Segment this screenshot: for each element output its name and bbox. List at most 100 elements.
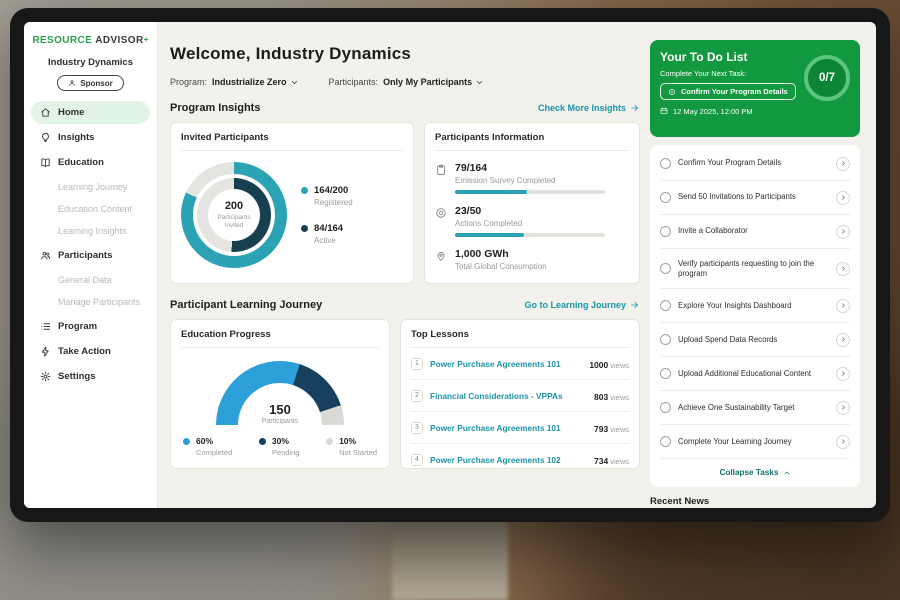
participants-filter-value: Only My Participants <box>383 77 472 87</box>
task-open-button[interactable] <box>836 299 850 313</box>
task-row[interactable]: Complete Your Learning Journey <box>660 425 850 459</box>
link-label: Check More Insights <box>538 103 626 113</box>
lesson-link[interactable]: Power Purchase Agreements 101 <box>430 359 582 369</box>
task-open-button[interactable] <box>836 157 850 171</box>
task-row[interactable]: Upload Additional Educational Content <box>660 357 850 391</box>
lightbulb-icon <box>40 132 51 143</box>
chevron-right-icon <box>840 370 847 377</box>
link-label: Go to Learning Journey <box>524 300 626 310</box>
check-more-insights-link[interactable]: Check More Insights <box>538 103 640 113</box>
photo-background: RESOURCEADVISOR+ Industry Dynamics Spons… <box>0 0 900 600</box>
sidebar-item-learning-insights[interactable]: Learning Insights <box>31 220 150 242</box>
legend-label: Completed <box>196 448 232 457</box>
legend-pending: 30% Pending <box>259 436 300 457</box>
task-open-button[interactable] <box>836 367 850 381</box>
task-checkbox[interactable] <box>660 368 671 379</box>
sidebar-item-education[interactable]: Education <box>31 151 150 174</box>
participants-filter-label: Participants: <box>329 77 379 87</box>
sidebar-item-education-content[interactable]: Education Content <box>31 198 150 220</box>
task-open-button[interactable] <box>836 401 850 415</box>
donut-legend: 164/200 Registered 84/164 Active <box>301 185 353 245</box>
brand-plus: + <box>144 35 149 44</box>
task-checkbox[interactable] <box>660 192 671 203</box>
section-title: Participant Learning Journey <box>170 299 322 311</box>
lesson-link[interactable]: Financial Considerations - VPPAs <box>430 391 587 401</box>
participants-filter[interactable]: Participants: Only My Participants <box>329 77 485 87</box>
lesson-views: 803 <box>594 392 608 402</box>
stat-label: Emission Survey Completed <box>455 176 605 185</box>
lesson-views-unit: views <box>610 425 629 434</box>
lesson-rank: 1 <box>411 358 423 370</box>
task-row[interactable]: Confirm Your Program Details <box>660 147 850 181</box>
go-to-learning-journey-link[interactable]: Go to Learning Journey <box>524 300 640 310</box>
app-screen: RESOURCEADVISOR+ Industry Dynamics Spons… <box>24 22 876 508</box>
task-row[interactable]: Invite a Collaborator <box>660 215 850 249</box>
collapse-tasks-link[interactable]: Collapse Tasks <box>660 459 850 485</box>
sidebar-item-take-action[interactable]: Take Action <box>31 340 150 363</box>
sidebar-item-insights[interactable]: Insights <box>31 126 150 149</box>
gauge-legend: 60% Completed 30% Pending <box>181 429 379 457</box>
sidebar-item-manage-participants[interactable]: Manage Participants <box>31 291 150 313</box>
sidebar-item-home[interactable]: Home <box>31 101 150 124</box>
brand-advisor: ADVISOR <box>95 35 143 46</box>
lesson-link[interactable]: Power Purchase Agreements 101 <box>430 423 587 433</box>
sidebar-item-settings[interactable]: Settings <box>31 365 150 388</box>
lesson-link[interactable]: Power Purchase Agreements 102 <box>430 455 587 465</box>
legend-completed: 60% Completed <box>183 436 232 457</box>
task-label: Achieve One Sustainability Target <box>678 403 829 413</box>
task-checkbox[interactable] <box>660 158 671 169</box>
invited-donut-chart: 200 Participants Invited <box>181 162 287 268</box>
learning-journey-header: Participant Learning Journey Go to Learn… <box>170 299 640 311</box>
task-checkbox[interactable] <box>660 300 671 311</box>
stat-actions-completed: 23/50 Actions Completed <box>435 205 629 237</box>
sidebar-item-program[interactable]: Program <box>31 315 150 338</box>
task-open-button[interactable] <box>836 262 850 276</box>
stat-global-consumption: 1,000 GWh Total Global Consumption <box>435 248 629 276</box>
task-row[interactable]: Upload Spend Data Records <box>660 323 850 357</box>
book-icon <box>40 157 51 168</box>
chevron-right-icon <box>840 160 847 167</box>
task-open-button[interactable] <box>836 191 850 205</box>
task-checkbox[interactable] <box>660 226 671 237</box>
sidebar-item-general-data[interactable]: General Data <box>31 269 150 291</box>
task-open-button[interactable] <box>836 435 850 449</box>
chevron-right-icon <box>840 228 847 235</box>
task-checkbox[interactable] <box>660 263 671 274</box>
sidebar-item-learning-journey[interactable]: Learning Journey <box>31 176 150 198</box>
sidebar-item-participants[interactable]: Participants <box>31 244 150 267</box>
next-task-chip[interactable]: Confirm Your Program Details <box>660 83 796 100</box>
chevron-right-icon <box>840 336 847 343</box>
lesson-views: 793 <box>594 424 608 434</box>
program-filter[interactable]: Program: Industrialize Zero <box>170 77 299 87</box>
legend-label: Not Started <box>339 448 377 457</box>
clipboard-icon <box>435 164 447 176</box>
progress-bar <box>455 190 605 194</box>
lesson-views-unit: views <box>610 361 629 370</box>
task-checkbox[interactable] <box>660 402 671 413</box>
task-checkbox[interactable] <box>660 436 671 447</box>
task-row[interactable]: Verify participants requesting to join t… <box>660 249 850 289</box>
task-open-button[interactable] <box>836 225 850 239</box>
nav-label: Program <box>58 321 97 332</box>
task-open-button[interactable] <box>836 333 850 347</box>
lesson-views-unit: views <box>610 393 629 402</box>
brand-resource: RESOURCE <box>32 35 92 46</box>
task-row[interactable]: Achieve One Sustainability Target <box>660 391 850 425</box>
legend-value: 164/200 <box>314 185 353 196</box>
people-icon <box>40 250 51 261</box>
recent-news-title: Recent News <box>650 496 860 507</box>
task-checkbox[interactable] <box>660 334 671 345</box>
home-icon <box>40 107 51 118</box>
lesson-rank: 4 <box>411 454 423 466</box>
task-row[interactable]: Send 50 Invitations to Participants <box>660 181 850 215</box>
stat-emission-survey: 79/164 Emission Survey Completed <box>435 162 629 194</box>
stat-value: 79/164 <box>455 162 605 174</box>
location-pin-icon <box>435 250 447 262</box>
task-row[interactable]: Explore Your Insights Dashboard <box>660 289 850 323</box>
legend-active: 84/164 Active <box>301 223 353 245</box>
legend-value: 10% <box>339 436 377 446</box>
legend-label: Pending <box>272 448 300 457</box>
legend-value: 84/164 <box>314 223 343 234</box>
target-icon <box>435 207 447 219</box>
legend-registered: 164/200 Registered <box>301 185 353 207</box>
